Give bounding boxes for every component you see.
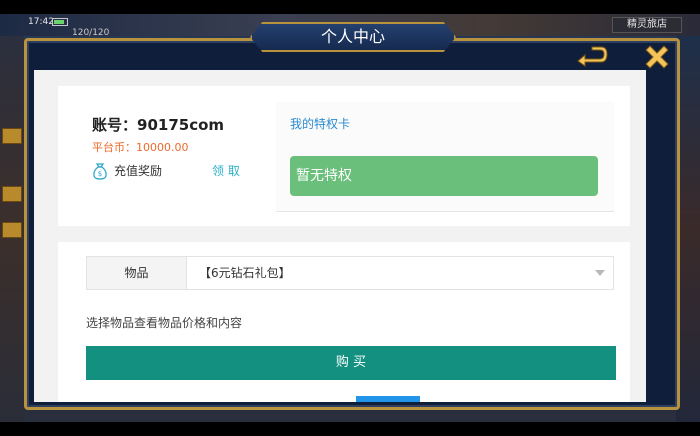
currency-value: 10000.00 (136, 141, 189, 154)
claim-button[interactable]: 领 取 (212, 162, 240, 179)
svg-text:$: $ (98, 170, 102, 178)
buy-button[interactable]: 购 买 (86, 346, 616, 380)
recharge-reward-label: 充值奖励 (114, 164, 163, 178)
my-privilege-card-link[interactable]: 我的特权卡 (290, 115, 350, 132)
battery-icon (52, 18, 68, 26)
store-button[interactable]: 精灵旅店 (612, 17, 682, 33)
back-arrow-icon (577, 46, 608, 67)
energy-counter: 120/120 (72, 28, 110, 38)
scroll-indicator (356, 396, 420, 402)
item-dropdown[interactable]: 【6元钻石礼包】 (187, 257, 613, 289)
back-button[interactable] (574, 44, 610, 70)
money-bag-icon: $ (93, 163, 107, 180)
side-tab[interactable] (2, 222, 22, 238)
bottom-letterbox (0, 422, 700, 436)
selected-item: 【6元钻石礼包】 (199, 266, 291, 280)
account-label: 账号： (92, 116, 138, 134)
side-tab[interactable] (2, 186, 22, 202)
side-tab[interactable] (2, 128, 22, 144)
item-select-row: 物品 【6元钻石礼包】 (86, 256, 614, 290)
account-value: 90175com (137, 116, 225, 134)
currency-label: 平台币： (92, 141, 136, 154)
account-id: 账号：90175com (92, 114, 224, 135)
modal-title: 个人中心 (250, 22, 456, 52)
left-side-rail (0, 36, 24, 422)
item-label: 物品 (87, 257, 187, 289)
privilege-status: 暂无特权 (290, 156, 598, 196)
status-time: 17:42 (28, 17, 54, 27)
platform-currency: 平台币：10000.00 (92, 139, 189, 155)
item-hint-text: 选择物品查看物品价格和内容 (86, 316, 243, 330)
close-icon (645, 45, 669, 69)
close-button[interactable] (642, 42, 672, 72)
chevron-down-icon (595, 270, 605, 276)
